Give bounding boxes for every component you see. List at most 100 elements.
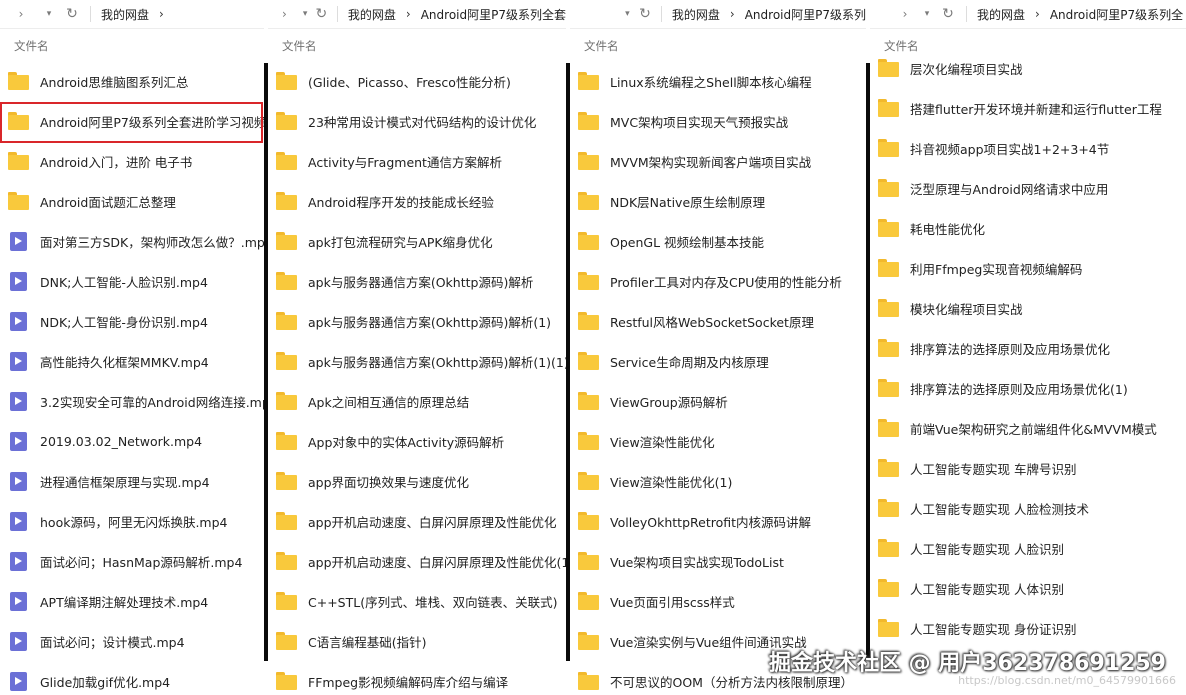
item-label: Apk之间相互通信的原理总结 [308,394,470,410]
folder-item[interactable]: Vue架构项目实战实现TodoList [570,544,866,578]
breadcrumb-separator[interactable]: › [159,7,164,21]
folder-item[interactable]: Service生命周期及内核原理 [570,344,866,378]
video-file-item[interactable]: 高性能持久化框架MMKV.mp4 [0,344,264,378]
folder-item[interactable]: Activity与Fragment通信方案解析 [268,144,566,178]
address-bar[interactable]: › ▾ ↻ 我的网盘 › [0,0,264,29]
folder-item[interactable]: MVVM架构实现新闻客户端项目实战 [570,144,866,178]
dropdown-icon[interactable]: ▾ [301,9,310,19]
folder-item[interactable]: MVC架构项目实现天气预报实战 [570,104,866,138]
video-file-item[interactable]: DNK;人工智能-人脸识别.mp4 [0,264,264,298]
breadcrumb-root[interactable]: 我的网盘 [672,6,720,23]
folder-item[interactable]: 耗电性能优化 [870,211,1186,245]
column-header-name[interactable]: 文件名 [282,38,317,54]
explorer-pane-4: › ▾ ↻ 我的网盘 › Android阿里P7级系列全 文件名 层次化编程项目… [870,0,1186,695]
folder-item[interactable]: View渲染性能优化 [570,424,866,458]
refresh-icon[interactable]: ↻ [639,6,651,22]
item-label: Profiler工具对内存及CPU使用的性能分析 [610,274,842,290]
folder-item[interactable]: Android程序开发的技能成长经验 [268,184,566,218]
folder-item[interactable]: 排序算法的选择原则及应用场景优化(1) [870,371,1186,405]
folder-item[interactable]: apk打包流程研究与APK缩身优化 [268,224,566,258]
item-label: MVC架构项目实现天气预报实战 [610,114,789,130]
video-file-item[interactable]: 面试必问；设计模式.mp4 [0,624,264,658]
folder-item[interactable]: C++STL(序列式、堆栈、双向链表、关联式) [268,584,566,618]
folder-item[interactable]: 人工智能专题实现 人体识别 [870,571,1186,605]
folder-icon [878,99,900,117]
video-file-item[interactable]: 面试必问；HasnMap源码解析.mp4 [0,544,264,578]
folder-item[interactable]: Android面试题汇总整理 [0,184,264,218]
refresh-icon[interactable]: ↻ [64,6,80,22]
folder-item[interactable]: ViewGroup源码解析 [570,384,866,418]
dropdown-icon[interactable]: ▾ [920,9,934,19]
folder-item[interactable]: NDK层Native原生绘制原理 [570,184,866,218]
breadcrumb-root[interactable]: 我的网盘 [977,6,1025,23]
breadcrumb-separator[interactable]: › [730,7,735,21]
chevron-right-icon[interactable]: › [14,7,28,21]
folder-item[interactable]: app开机启动速度、白屏闪屏原理及性能优化(1) [268,544,566,578]
address-bar[interactable]: › ▾ ↻ 我的网盘 › Android阿里P7级系列全 [870,0,1186,29]
folder-item[interactable]: C语言编程基础(指针) [268,624,566,658]
folder-item[interactable]: 人工智能专题实现 身份证识别 [870,611,1186,645]
item-label: 高性能持久化框架MMKV.mp4 [40,354,209,370]
folder-item[interactable]: app开机启动速度、白屏闪屏原理及性能优化 [268,504,566,538]
folder-item[interactable]: Android入门，进阶 电子书 [0,144,264,178]
folder-item[interactable]: 抖音视频app项目实战1+2+3+4节 [870,131,1186,165]
video-file-item[interactable]: 2019.03.02_Network.mp4 [0,424,264,458]
item-label: DNK;人工智能-人脸识别.mp4 [40,274,208,290]
breadcrumb-root[interactable]: 我的网盘 [348,6,396,23]
folder-item[interactable]: Restful风格WebSocketSocket原理 [570,304,866,338]
folder-item[interactable]: 人工智能专题实现 人脸识别 [870,531,1186,565]
folder-item[interactable]: 模块化编程项目实战 [870,291,1186,325]
folder-item[interactable]: App对象中的实体Activity源码解析 [268,424,566,458]
breadcrumb-current[interactable]: Android阿里P7级系列 [745,6,866,23]
folder-item[interactable]: View渲染性能优化(1) [570,464,866,498]
folder-item[interactable]: Android思维脑图系列汇总 [0,64,264,98]
chevron-right-icon[interactable]: › [280,7,289,21]
video-file-item[interactable]: 进程通信框架原理与实现.mp4 [0,464,264,498]
folder-item[interactable]: 排序算法的选择原则及应用场景优化 [870,331,1186,365]
folder-item[interactable]: 泛型原理与Android网络请求中应用 [870,171,1186,205]
folder-item[interactable]: Vue页面引用scss样式 [570,584,866,618]
video-file-item[interactable]: NDK;人工智能-身份识别.mp4 [0,304,264,338]
folder-item[interactable]: 利用Ffmpeg实现音视频编解码 [870,251,1186,285]
video-file-item[interactable]: hook源码，阿里无闪烁换肤.mp4 [0,504,264,538]
folder-item[interactable]: 23种常用设计模式对代码结构的设计优化 [268,104,566,138]
address-bar[interactable]: › ▾ ↻ 我的网盘 › Android阿里P7级系列全套 [268,0,566,29]
folder-item[interactable]: Linux系统编程之Shell脚本核心编程 [570,64,866,98]
folder-item[interactable]: apk与服务器通信方案(Okhttp源码)解析(1) [268,304,566,338]
dropdown-icon[interactable]: ▾ [42,9,56,19]
folder-item[interactable]: 搭建flutter开发环境并新建和运行flutter工程 [870,91,1186,125]
folder-icon [878,219,900,237]
column-header-name[interactable]: 文件名 [14,38,49,54]
folder-item[interactable]: Profiler工具对内存及CPU使用的性能分析 [570,264,866,298]
breadcrumb-separator[interactable]: › [1035,7,1040,21]
folder-item[interactable]: FFmpeg影视频编解码库介绍与编译 [268,664,566,695]
folder-item[interactable]: Apk之间相互通信的原理总结 [268,384,566,418]
video-file-item[interactable]: 面对第三方SDK，架构师改怎么做？.mp4 [0,224,264,258]
chevron-right-icon[interactable]: › [898,7,912,21]
breadcrumb-current[interactable]: Android阿里P7级系列全套 [421,6,566,23]
video-file-item[interactable]: Glide加载gif优化.mp4 [0,664,264,695]
item-label: 排序算法的选择原则及应用场景优化(1) [910,381,1128,397]
dropdown-icon[interactable]: ▾ [622,9,633,19]
video-file-item[interactable]: APT编译期注解处理技术.mp4 [0,584,264,618]
breadcrumb-current[interactable]: Android阿里P7级系列全 [1050,6,1183,23]
folder-item[interactable]: apk与服务器通信方案(Okhttp源码)解析 [268,264,566,298]
breadcrumb-root[interactable]: 我的网盘 [101,6,149,23]
refresh-icon[interactable]: ↻ [940,6,956,22]
folder-item[interactable]: (Glide、Picasso、Fresco性能分析) [268,64,566,98]
folder-item[interactable]: 前端Vue架构研究之前端组件化&MVVM模式 [870,411,1186,445]
folder-item[interactable]: VolleyOkhttpRetrofit内核源码讲解 [570,504,866,538]
video-file-icon [8,272,30,291]
folder-item[interactable]: OpenGL 视频绘制基本技能 [570,224,866,258]
breadcrumb-separator[interactable]: › [406,7,411,21]
item-label: OpenGL 视频绘制基本技能 [610,234,765,250]
column-header-name[interactable]: 文件名 [584,38,619,54]
video-file-item[interactable]: 3.2实现安全可靠的Android网络连接.mp4 [0,384,264,418]
folder-item[interactable]: 人工智能专题实现 车牌号识别 [870,451,1186,485]
folder-item[interactable]: app界面切换效果与速度优化 [268,464,566,498]
folder-item[interactable]: 层次化编程项目实战 [870,51,1186,85]
refresh-icon[interactable]: ↻ [316,6,328,22]
folder-item[interactable]: 人工智能专题实现 人脸检测技术 [870,491,1186,525]
folder-item[interactable]: apk与服务器通信方案(Okhttp源码)解析(1)(1) [268,344,566,378]
address-bar[interactable]: ▾ ↻ 我的网盘 › Android阿里P7级系列 [570,0,866,29]
